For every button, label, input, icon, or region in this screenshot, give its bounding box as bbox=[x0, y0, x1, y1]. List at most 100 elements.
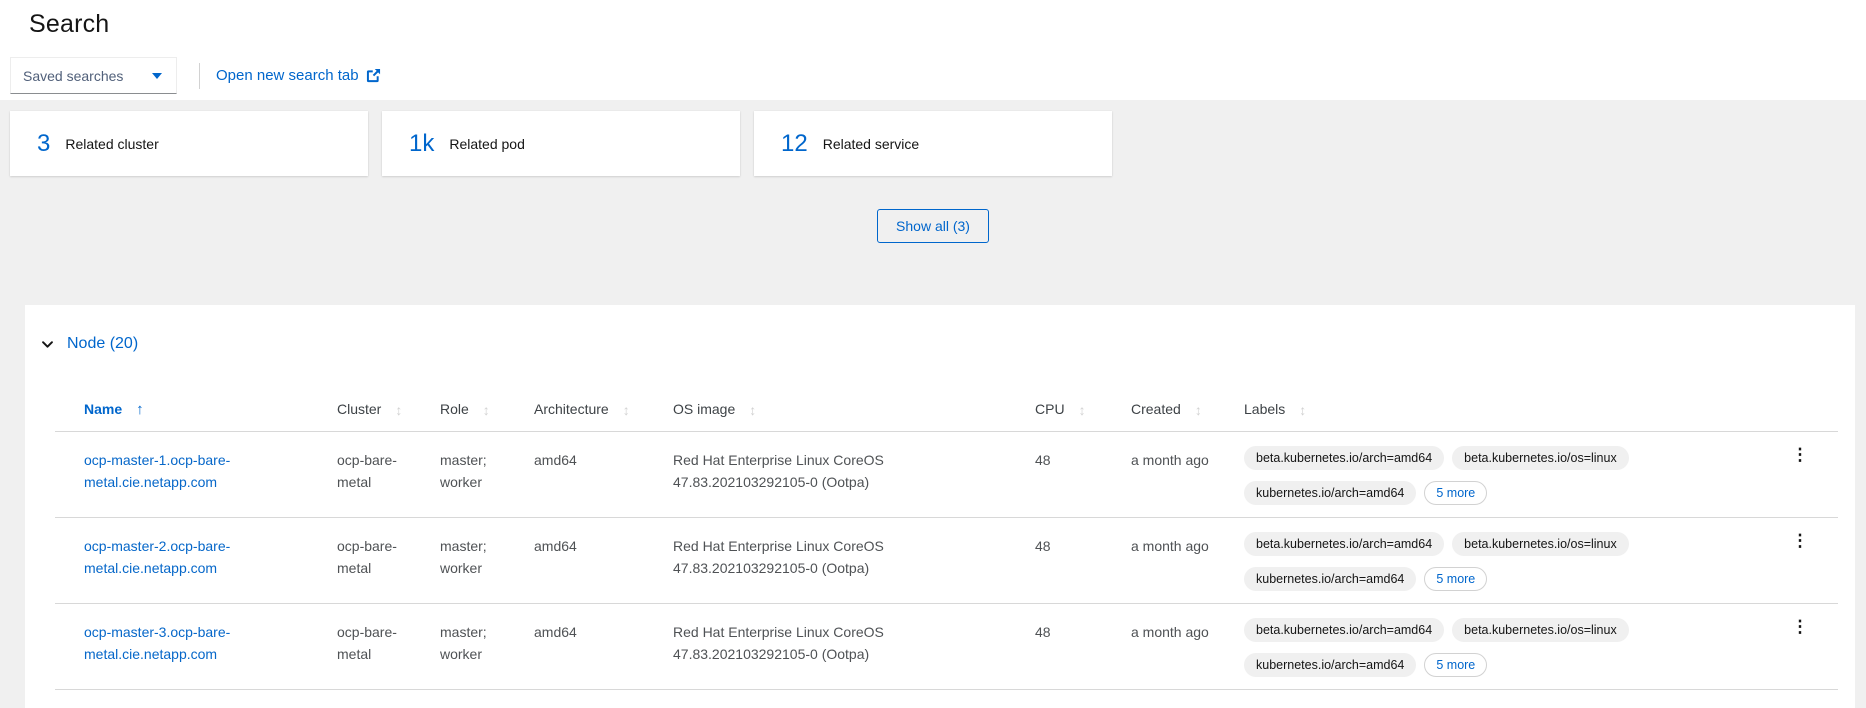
label-badge: beta.kubernetes.io/arch=amd64 bbox=[1244, 532, 1444, 556]
cell-labels: beta.kubernetes.io/arch=amd64 beta.kuber… bbox=[1244, 432, 1778, 517]
cell-architecture: amd64 bbox=[534, 604, 673, 689]
page-title: Search bbox=[29, 10, 1866, 39]
cell-cluster: ocp-bare-metal bbox=[337, 604, 440, 689]
cell-role: master; worker bbox=[440, 432, 534, 517]
related-cluster-card[interactable]: 3 Related cluster bbox=[10, 111, 368, 176]
cell-cpu: 48 bbox=[1035, 518, 1131, 603]
results-panel: Node (20) Name ↑ Cluster ↕ Role ↕ Archit… bbox=[25, 305, 1855, 708]
related-service-card[interactable]: 12 Related service bbox=[754, 111, 1112, 176]
table-row: ocp-master-3.ocp-bare-metal.cie.netapp.c… bbox=[55, 604, 1838, 690]
column-label-cpu[interactable]: CPU bbox=[1035, 401, 1065, 417]
node-name-link[interactable]: ocp-master-1.ocp-bare-metal.cie.netapp.c… bbox=[84, 452, 230, 490]
column-header-name: Name ↑ bbox=[84, 401, 337, 431]
cell-cluster: ocp-bare-metal bbox=[337, 518, 440, 603]
caret-down-icon bbox=[152, 73, 162, 79]
related-cluster-label: Related cluster bbox=[65, 136, 158, 152]
column-label-created[interactable]: Created bbox=[1131, 401, 1181, 417]
related-service-label: Related service bbox=[823, 136, 920, 152]
page-header: Search Saved searches Open new search ta… bbox=[0, 0, 1866, 100]
cell-architecture: amd64 bbox=[534, 518, 673, 603]
node-section-title: Node (20) bbox=[67, 335, 138, 353]
chevron-down-icon bbox=[41, 338, 54, 351]
node-section-toggle[interactable]: Node (20) bbox=[41, 335, 138, 353]
column-header-os-image: OS image ↕ bbox=[673, 401, 1035, 431]
cell-actions: ⋮ bbox=[1778, 518, 1838, 603]
cell-labels: beta.kubernetes.io/arch=amd64 beta.kuber… bbox=[1244, 604, 1778, 689]
cell-role: master; worker bbox=[440, 518, 534, 603]
sort-icon[interactable]: ↕ bbox=[483, 403, 490, 417]
cell-name: ocp-master-3.ocp-bare-metal.cie.netapp.c… bbox=[84, 604, 337, 689]
cell-created: a month ago bbox=[1131, 518, 1244, 603]
cell-cpu: 48 bbox=[1035, 432, 1131, 517]
kebab-menu-icon[interactable]: ⋮ bbox=[1786, 444, 1815, 505]
cell-labels: beta.kubernetes.io/arch=amd64 beta.kuber… bbox=[1244, 518, 1778, 603]
cell-actions: ⋮ bbox=[1778, 604, 1838, 689]
cell-os-image: Red Hat Enterprise Linux CoreOS 47.83.20… bbox=[673, 432, 1035, 517]
cell-role: master; worker bbox=[440, 604, 534, 689]
sort-icon[interactable]: ↕ bbox=[1079, 403, 1086, 417]
external-link-icon bbox=[366, 68, 381, 83]
cell-name: ocp-master-1.ocp-bare-metal.cie.netapp.c… bbox=[84, 432, 337, 517]
open-new-search-tab-link[interactable]: Open new search tab bbox=[216, 67, 381, 84]
node-table: Name ↑ Cluster ↕ Role ↕ Architecture ↕ O… bbox=[55, 401, 1838, 690]
column-label-os-image[interactable]: OS image bbox=[673, 401, 735, 417]
table-row: ocp-master-2.ocp-bare-metal.cie.netapp.c… bbox=[55, 518, 1838, 604]
saved-searches-label: Saved searches bbox=[23, 68, 123, 84]
sort-ascending-icon[interactable]: ↑ bbox=[136, 402, 144, 417]
cell-os-image: Red Hat Enterprise Linux CoreOS 47.83.20… bbox=[673, 518, 1035, 603]
cell-created: a month ago bbox=[1131, 432, 1244, 517]
more-labels-button[interactable]: 5 more bbox=[1424, 567, 1487, 591]
more-labels-button[interactable]: 5 more bbox=[1424, 481, 1487, 505]
label-badge: beta.kubernetes.io/os=linux bbox=[1452, 618, 1629, 642]
sort-icon[interactable]: ↕ bbox=[1299, 403, 1306, 417]
label-badge: kubernetes.io/arch=amd64 bbox=[1244, 653, 1416, 677]
cell-architecture: amd64 bbox=[534, 432, 673, 517]
sort-icon[interactable]: ↕ bbox=[623, 403, 630, 417]
label-badge: beta.kubernetes.io/os=linux bbox=[1452, 532, 1629, 556]
more-labels-button[interactable]: 5 more bbox=[1424, 653, 1487, 677]
cell-cpu: 48 bbox=[1035, 604, 1131, 689]
label-badge: kubernetes.io/arch=amd64 bbox=[1244, 567, 1416, 591]
related-pod-label: Related pod bbox=[449, 136, 525, 152]
label-badge: beta.kubernetes.io/arch=amd64 bbox=[1244, 446, 1444, 470]
column-header-architecture: Architecture ↕ bbox=[534, 401, 673, 431]
column-header-actions bbox=[1778, 401, 1838, 431]
column-label-cluster[interactable]: Cluster bbox=[337, 401, 381, 417]
open-new-tab-label: Open new search tab bbox=[216, 67, 359, 84]
cell-os-image: Red Hat Enterprise Linux CoreOS 47.83.20… bbox=[673, 604, 1035, 689]
table-row: ocp-master-1.ocp-bare-metal.cie.netapp.c… bbox=[55, 432, 1838, 518]
cell-created: a month ago bbox=[1131, 604, 1244, 689]
toolbar-divider bbox=[199, 63, 200, 89]
related-cluster-count: 3 bbox=[37, 130, 50, 158]
node-name-link[interactable]: ocp-master-2.ocp-bare-metal.cie.netapp.c… bbox=[84, 538, 230, 576]
label-badge: beta.kubernetes.io/os=linux bbox=[1452, 446, 1629, 470]
related-pod-card[interactable]: 1k Related pod bbox=[382, 111, 740, 176]
cell-name: ocp-master-2.ocp-bare-metal.cie.netapp.c… bbox=[84, 518, 337, 603]
kebab-menu-icon[interactable]: ⋮ bbox=[1786, 530, 1815, 591]
node-name-link[interactable]: ocp-master-3.ocp-bare-metal.cie.netapp.c… bbox=[84, 624, 230, 662]
kebab-menu-icon[interactable]: ⋮ bbox=[1786, 616, 1815, 677]
column-label-name[interactable]: Name bbox=[84, 401, 122, 417]
sort-icon[interactable]: ↕ bbox=[395, 403, 402, 417]
content-area: 3 Related cluster 1k Related pod 12 Rela… bbox=[0, 100, 1866, 708]
show-all-button[interactable]: Show all (3) bbox=[877, 209, 989, 243]
column-label-role[interactable]: Role bbox=[440, 401, 469, 417]
column-header-cluster: Cluster ↕ bbox=[337, 401, 440, 431]
table-header-row: Name ↑ Cluster ↕ Role ↕ Architecture ↕ O… bbox=[55, 401, 1838, 432]
summary-cards-row: 3 Related cluster 1k Related pod 12 Rela… bbox=[10, 111, 1866, 176]
column-label-labels[interactable]: Labels bbox=[1244, 401, 1285, 417]
label-badge: beta.kubernetes.io/arch=amd64 bbox=[1244, 618, 1444, 642]
cell-actions: ⋮ bbox=[1778, 432, 1838, 517]
label-badge: kubernetes.io/arch=amd64 bbox=[1244, 481, 1416, 505]
column-header-labels: Labels ↕ bbox=[1244, 401, 1778, 431]
saved-searches-dropdown[interactable]: Saved searches bbox=[10, 57, 177, 94]
search-toolbar: Saved searches Open new search tab bbox=[10, 57, 381, 94]
related-pod-count: 1k bbox=[409, 130, 434, 158]
column-header-role: Role ↕ bbox=[440, 401, 534, 431]
column-header-created: Created ↕ bbox=[1131, 401, 1244, 431]
sort-icon[interactable]: ↕ bbox=[749, 403, 756, 417]
column-label-architecture[interactable]: Architecture bbox=[534, 401, 609, 417]
sort-icon[interactable]: ↕ bbox=[1195, 403, 1202, 417]
cell-cluster: ocp-bare-metal bbox=[337, 432, 440, 517]
show-all-row: Show all (3) bbox=[0, 209, 1866, 243]
